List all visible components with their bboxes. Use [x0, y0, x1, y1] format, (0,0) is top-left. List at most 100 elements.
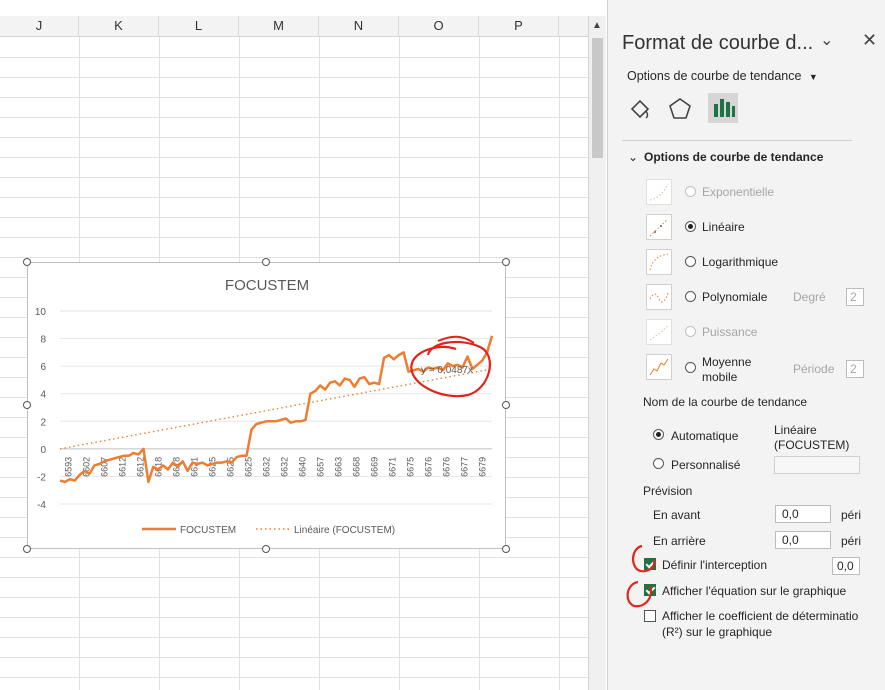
backward-input[interactable]: 0,0	[775, 531, 831, 549]
x-tick-label: 6593	[63, 457, 73, 477]
linear-radio[interactable]	[685, 221, 696, 232]
x-tick-label: 6625	[243, 457, 253, 477]
resize-handle-w[interactable]	[23, 401, 31, 409]
x-tick-label: 6676	[423, 457, 433, 477]
dropdown-caret-icon: ▼	[808, 72, 818, 82]
column-header-p[interactable]: P	[479, 16, 559, 36]
column-header-n[interactable]: N	[319, 16, 399, 36]
resize-handle-sw[interactable]	[23, 545, 31, 553]
intercept-input[interactable]: 0,0	[832, 557, 860, 575]
column-header-l[interactable]: L	[159, 16, 239, 36]
show-equation-label: Afficher l'équation sur le graphique	[662, 584, 847, 598]
period-input[interactable]: 2	[846, 360, 864, 378]
column-gridline	[559, 37, 560, 690]
row-gridline	[0, 217, 588, 218]
show-r-squared-label-line1: Afficher le coefficient de déterminatio	[662, 609, 859, 623]
resize-handle-s[interactable]	[262, 545, 270, 553]
chart-title[interactable]: FOCUSTEM	[225, 277, 309, 294]
column-header-j[interactable]: J	[0, 16, 79, 36]
trendline-options-dropdown[interactable]: Options de courbe de tendance ▼	[627, 69, 818, 83]
column-header-k[interactable]: K	[79, 16, 159, 36]
legend-trend-label[interactable]: Linéaire (FOCUSTEM)	[294, 525, 395, 536]
resize-handle-nw[interactable]	[23, 258, 31, 266]
y-tick-label: -4	[37, 500, 46, 511]
forward-unit: péri	[841, 508, 862, 522]
polynomial-radio[interactable]	[685, 291, 696, 302]
linear-label: Linéaire	[702, 220, 745, 234]
trendline[interactable]	[59, 368, 493, 450]
exponential-trend-icon	[646, 179, 672, 205]
x-tick-label: 6663	[333, 457, 343, 477]
fill-line-tab-icon[interactable]	[626, 95, 654, 123]
legend-series-label[interactable]: FOCUSTEM	[180, 525, 236, 536]
forward-input[interactable]: 0,0	[775, 505, 831, 523]
x-tick-label: 6612	[117, 457, 127, 477]
x-tick-label: 6669	[369, 457, 379, 477]
logarithmic-radio[interactable]	[685, 256, 696, 267]
row-gridline	[0, 137, 588, 138]
column-header-m[interactable]: M	[239, 16, 319, 36]
row-gridline	[0, 577, 588, 578]
chart-canvas: FOCUSTEM -4-20246810 6593 6602 6607 6612 661…	[35, 277, 494, 536]
scroll-up-arrow-icon[interactable]: ▲	[592, 20, 602, 31]
power-trend-icon	[646, 319, 672, 345]
resize-handle-ne[interactable]	[502, 258, 510, 266]
resize-handle-n[interactable]	[262, 258, 270, 266]
y-tick-label: 2	[40, 417, 46, 428]
section-chevron-icon[interactable]: ⌄	[628, 150, 638, 164]
exponential-radio[interactable]	[685, 186, 696, 197]
chart-object[interactable]: FOCUSTEM -4 -2 0 2 4 6 8 10 6593 6602 6607 6612 661…	[23, 258, 510, 553]
automatic-name-radio[interactable]	[653, 429, 664, 440]
x-tick-label: 6679	[477, 457, 487, 477]
y-tick-label: -2	[37, 472, 46, 483]
backward-unit: péri	[841, 534, 862, 548]
scroll-thumb[interactable]	[592, 38, 603, 158]
degree-label: Degré	[793, 290, 826, 304]
format-trendline-pane: Format de courbe d... ⌄ ✕ Options de cou…	[607, 0, 885, 690]
red-annotation-marks	[626, 544, 656, 608]
y-tick-label: 6	[40, 362, 46, 373]
power-label: Puissance	[702, 325, 758, 339]
row-gridline	[0, 677, 588, 678]
period-label: Période	[793, 362, 835, 376]
x-tick-label: 6632	[279, 457, 289, 477]
y-tick-label: 8	[40, 335, 46, 346]
close-icon[interactable]: ✕	[862, 30, 877, 51]
polynomial-trend-icon	[646, 284, 672, 310]
column-header-o[interactable]: O	[399, 16, 479, 36]
y-tick-label: 0	[40, 445, 46, 456]
moving-average-radio[interactable]	[685, 362, 696, 373]
trendline-options-tab-icon[interactable]	[708, 93, 738, 123]
row-gridline	[0, 617, 588, 618]
row-gridline	[0, 637, 588, 638]
logarithmic-trend-icon	[646, 249, 672, 275]
custom-name-radio[interactable]	[653, 458, 664, 469]
row-gridline	[0, 597, 588, 598]
x-tick-label: 6671	[387, 457, 397, 477]
x-axis-ticks: 6593 6602 6607 6612 6612 6618 6618 6621 6625 6625…	[63, 457, 487, 477]
resize-handle-e[interactable]	[502, 401, 510, 409]
exponential-label: Exponentielle	[702, 185, 775, 199]
x-tick-label: 6657	[315, 457, 325, 477]
pane-options-chevron-icon[interactable]: ⌄	[820, 30, 833, 50]
forecast-label: Prévision	[643, 484, 693, 498]
pane-title: Format de courbe d...	[622, 32, 814, 54]
custom-name-input[interactable]	[774, 456, 860, 474]
effects-tab-icon[interactable]	[666, 95, 694, 123]
x-tick-label: 6676	[441, 457, 451, 477]
resize-handle-se[interactable]	[502, 545, 510, 553]
automatic-name-value: Linéaire (FOCUSTEM)	[774, 423, 850, 452]
x-tick-label: 6668	[351, 457, 361, 477]
x-tick-label: 6677	[459, 457, 469, 477]
vertical-scrollbar[interactable]: ▲	[588, 16, 606, 690]
x-tick-label: 6640	[297, 457, 307, 477]
row-gridline	[0, 197, 588, 198]
power-radio[interactable]	[685, 326, 696, 337]
y-tick-label: 4	[40, 390, 46, 401]
trendline-name-label: Nom de la courbe de tendance	[643, 395, 808, 409]
row-gridline	[0, 257, 588, 258]
trendline-equation-label[interactable]: y = 0,0487x	[421, 365, 473, 376]
section-title[interactable]: Options de courbe de tendance	[644, 150, 823, 164]
row-gridline	[0, 97, 588, 98]
degree-input[interactable]: 2	[846, 288, 864, 306]
